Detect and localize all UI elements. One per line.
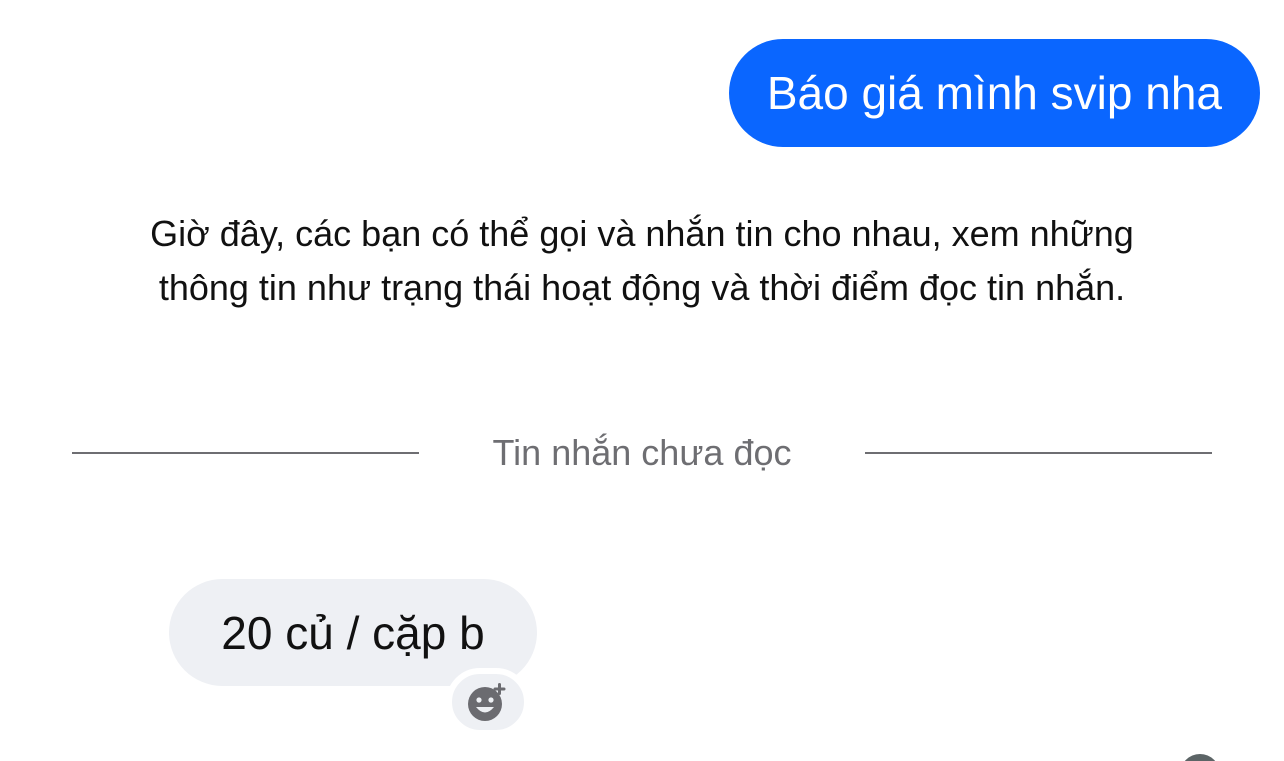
outgoing-message-text: Báo giá mình svip nha <box>766 67 1222 119</box>
outgoing-message-bubble[interactable]: Báo giá mình svip nha <box>728 39 1260 147</box>
add-reaction-icon <box>468 683 506 721</box>
add-reaction-button[interactable] <box>446 668 530 736</box>
unread-divider: Tin nhắn chưa đọc <box>72 428 1213 478</box>
divider-line-left <box>72 452 419 454</box>
incoming-message-text: 20 củ / cặp b <box>221 606 485 659</box>
divider-line-right <box>865 452 1213 454</box>
system-notice-line-2: thông tin như trạng thái hoạt động và th… <box>158 267 1126 308</box>
chat-thread: Báo giá mình svip nha Giờ đây, các bạn c… <box>0 0 1284 761</box>
unread-divider-label: Tin nhắn chưa đọc <box>492 432 792 473</box>
system-notice-line-1: Giờ đây, các bạn có thể gọi và nhắn tin … <box>150 213 1134 254</box>
avatar[interactable] <box>1180 754 1220 761</box>
system-notice: Giờ đây, các bạn có thể gọi và nhắn tin … <box>40 207 1244 315</box>
